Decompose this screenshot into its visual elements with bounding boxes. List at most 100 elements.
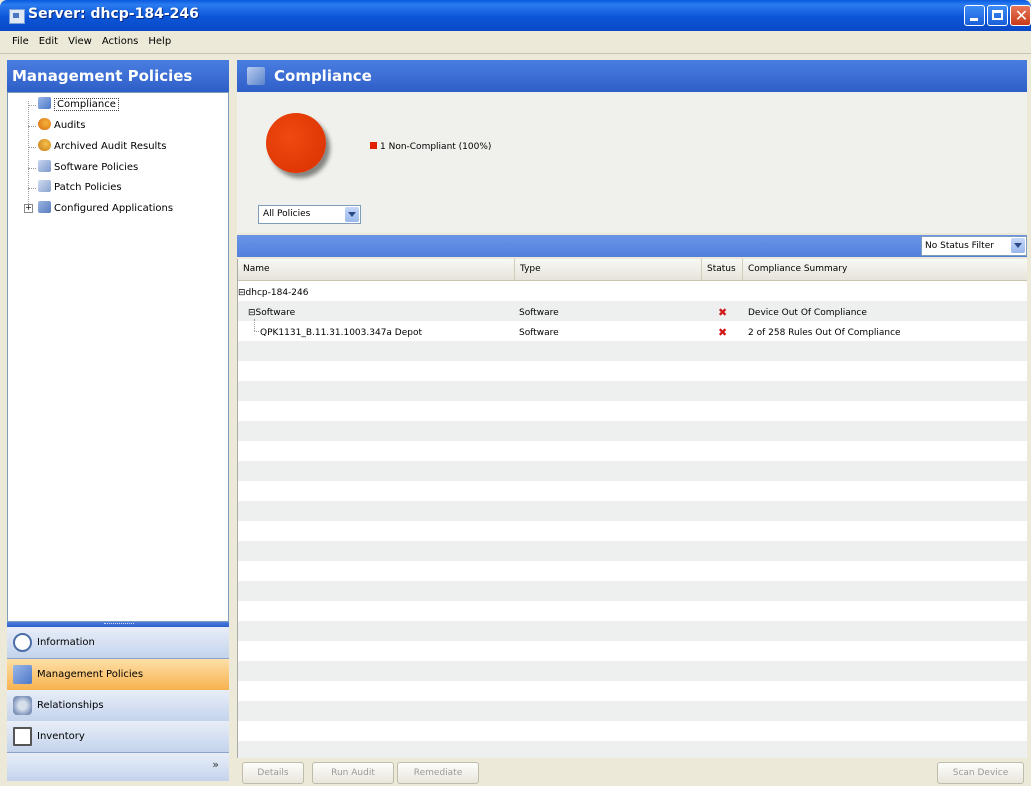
menu-edit[interactable]: Edit: [34, 31, 63, 53]
tree-item-archived-audit-results[interactable]: Archived Audit Results: [38, 138, 166, 156]
title-bar[interactable]: Server: dhcp-184-246 ✕: [0, 0, 1031, 31]
table-row-background: [238, 361, 1027, 381]
tree-connector: [254, 331, 259, 332]
tree-connector: [28, 147, 36, 148]
legend-swatch: [370, 142, 377, 149]
details-button[interactable]: Details: [242, 762, 304, 784]
table-row-background: [238, 701, 1027, 721]
information-icon: [13, 633, 32, 652]
inventory-icon: [13, 727, 32, 746]
table-row-background: [238, 661, 1027, 681]
nav-relationships[interactable]: Relationships: [7, 690, 229, 722]
policy-filter-value: All Policies: [263, 209, 311, 219]
nav-label: Relationships: [37, 700, 104, 711]
tree-connector: [28, 168, 36, 169]
tree-item-label: Compliance: [54, 98, 119, 111]
action-bar: Details Run Audit Remediate Scan Device: [237, 760, 1027, 786]
status-filter-value: No Status Filter: [925, 241, 994, 251]
menu-help[interactable]: Help: [143, 31, 176, 53]
nav-information[interactable]: Information: [7, 627, 229, 659]
filter-bar: No Status Filter: [237, 235, 1027, 257]
table-row-background: [238, 461, 1027, 481]
status-filter-select[interactable]: No Status Filter: [921, 236, 1027, 256]
nav-label: Management Policies: [37, 669, 144, 680]
table-row-background: [238, 441, 1027, 461]
relationships-icon: [13, 696, 32, 715]
close-button[interactable]: ✕: [1010, 5, 1031, 26]
tree-connector: [28, 126, 36, 127]
column-header-type[interactable]: Type: [515, 259, 702, 280]
table-row-background: [238, 281, 1027, 301]
menu-file[interactable]: File: [0, 31, 34, 53]
column-header-name[interactable]: Name: [238, 259, 515, 280]
collapse-icon[interactable]: ⊟: [248, 308, 256, 318]
column-header-status[interactable]: Status: [702, 259, 743, 280]
chart-legend: 1 Non-Compliant (100%): [370, 142, 491, 152]
table-row-background: [238, 561, 1027, 581]
minimize-icon: [970, 18, 978, 21]
tree-connector: [28, 101, 29, 208]
policy-tree: Compliance Audits Archived Audit Results…: [7, 92, 229, 622]
tree-item-software-policies[interactable]: Software Policies: [38, 159, 138, 177]
pie-slice-non-compliant: [266, 113, 326, 173]
software-policy-icon: [38, 160, 51, 172]
audit-icon: [38, 118, 51, 130]
nav-label: Information: [37, 637, 95, 648]
chevron-down-icon[interactable]: [345, 207, 359, 222]
row-type: Software: [519, 328, 559, 338]
remediate-button[interactable]: Remediate: [397, 762, 479, 784]
column-header-summary[interactable]: Compliance Summary: [743, 259, 1027, 280]
table-row-background: [238, 621, 1027, 641]
close-icon: ✕: [1014, 6, 1029, 25]
archived-audit-icon: [38, 139, 51, 151]
tree-item-label: Patch Policies: [54, 182, 122, 193]
patch-policy-icon: [38, 180, 51, 192]
run-audit-button[interactable]: Run Audit: [312, 762, 394, 784]
minimize-button[interactable]: [964, 5, 985, 26]
chevron-down-icon[interactable]: [1011, 238, 1025, 253]
table-row[interactable]: QPK1131_B.11.31.1003.347a Depot: [260, 323, 422, 343]
table-row-background: [238, 381, 1027, 401]
table-row-background: [238, 341, 1027, 361]
table-row-background: [238, 521, 1027, 541]
collapse-icon[interactable]: ⊟: [238, 288, 246, 298]
menu-view[interactable]: View: [63, 31, 97, 53]
tree-item-compliance[interactable]: Compliance: [38, 96, 119, 114]
maximize-button[interactable]: [987, 5, 1008, 26]
sidebar-title: Management Policies: [7, 60, 229, 92]
policy-filter-select[interactable]: All Policies: [258, 205, 361, 224]
nav-management-policies[interactable]: Management Policies: [7, 659, 229, 691]
tree-connector: [28, 188, 36, 189]
table-row[interactable]: ⊟dhcp-184-246: [238, 283, 308, 303]
content-header: Compliance: [237, 60, 1027, 92]
status-fail-icon: ✖: [718, 326, 728, 339]
tree-item-label: Audits: [54, 120, 86, 131]
app-window: Server: dhcp-184-246 ✕ File Edit View Actio…: [0, 0, 1031, 786]
table-row-background: [238, 721, 1027, 741]
table-row-background: [238, 301, 1027, 321]
row-name: dhcp-184-246: [245, 288, 309, 298]
nav-label: Inventory: [37, 731, 85, 742]
row-type: Software: [519, 308, 559, 318]
table-row-background: [238, 601, 1027, 621]
row-name: QPK1131_B.11.31.1003.347a Depot: [260, 328, 423, 338]
menu-actions[interactable]: Actions: [97, 31, 144, 53]
management-policies-icon: [13, 665, 32, 684]
tree-item-patch-policies[interactable]: Patch Policies: [38, 179, 122, 197]
more-options-icon[interactable]: »: [212, 758, 219, 771]
row-summary: Device Out Of Compliance: [748, 308, 867, 318]
table-header: Name Type Status Compliance Summary: [238, 259, 1027, 281]
splitter-grip-icon: [104, 623, 134, 626]
maximize-icon: [992, 10, 1003, 20]
scan-device-button[interactable]: Scan Device: [937, 762, 1024, 784]
nav-inventory[interactable]: Inventory: [7, 721, 229, 753]
table-row-background: [238, 501, 1027, 521]
tree-item-audits[interactable]: Audits: [38, 117, 85, 135]
tree-item-label: Software Policies: [54, 162, 139, 173]
expand-icon[interactable]: +: [24, 204, 33, 213]
table-row[interactable]: ⊟Software: [248, 303, 295, 323]
configured-apps-icon: [38, 201, 51, 213]
compliance-icon: [247, 67, 265, 85]
row-name: Software: [255, 308, 296, 318]
tree-item-configured-applications[interactable]: Configured Applications: [38, 200, 173, 218]
